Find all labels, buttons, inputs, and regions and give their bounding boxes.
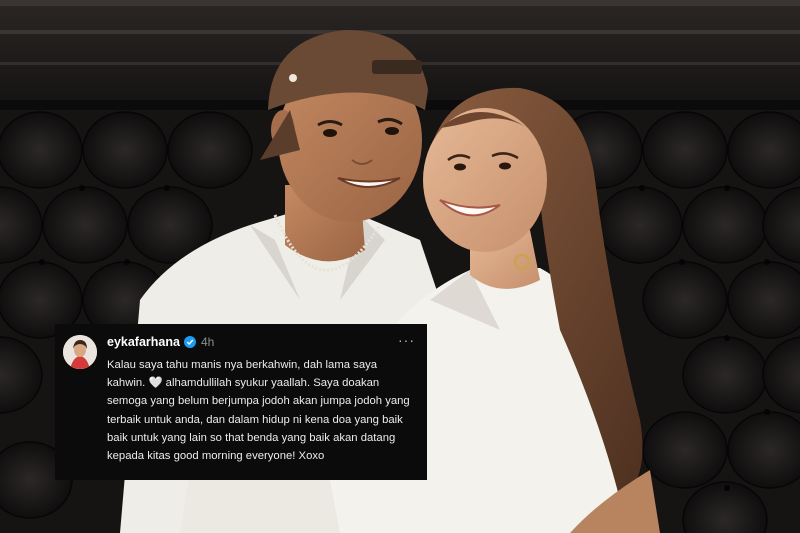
social-post-card: eykafarhana 4h ··· Kalau saya tahu manis… (55, 324, 427, 480)
username-link[interactable]: eykafarhana (107, 335, 180, 349)
profile-avatar[interactable] (63, 335, 97, 369)
avatar-image (63, 335, 97, 369)
post-header: eykafarhana 4h (107, 334, 415, 350)
post-timestamp: 4h (200, 335, 215, 349)
post-body: Kalau saya tahu manis nya berkahwin, dah… (107, 356, 415, 465)
post-text-part2: alhamdullilah syukur yaallah. Saya doaka… (107, 377, 410, 463)
more-options-icon[interactable]: ··· (398, 332, 415, 348)
verified-badge-icon (183, 336, 196, 348)
white-heart-icon: 🤍 (148, 377, 163, 390)
